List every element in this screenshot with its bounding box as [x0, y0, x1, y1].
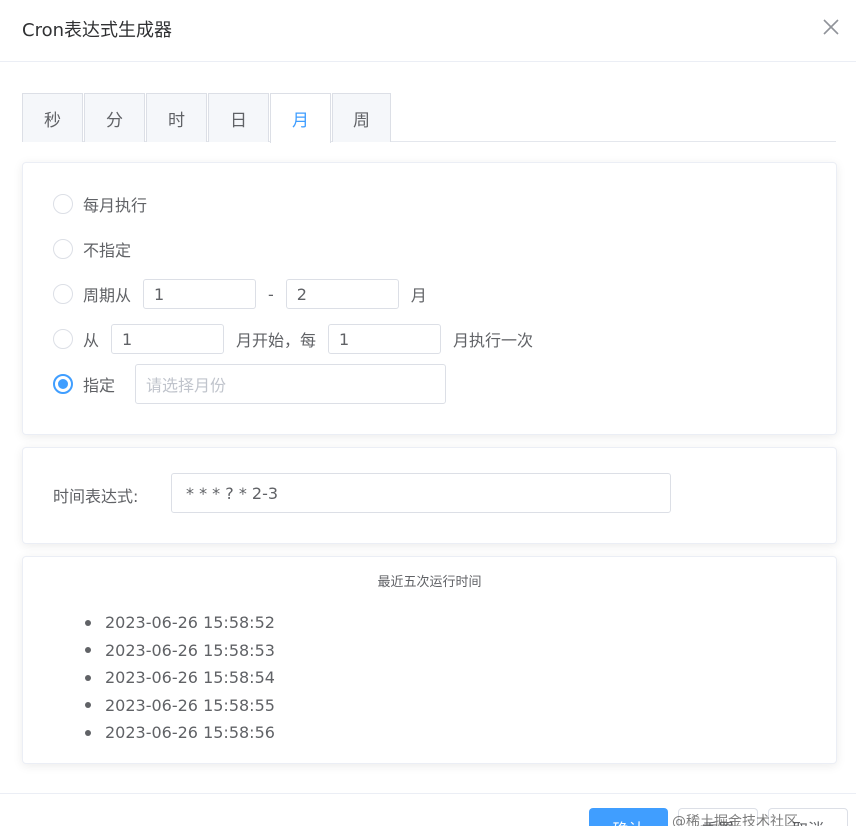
- list-item: 2023-06-26 15:58:56: [85, 719, 275, 747]
- recent-runs-panel: 最近五次运行时间 2023-06-26 15:58:52 2023-06-26 …: [22, 556, 837, 764]
- bullet-icon: [85, 729, 91, 736]
- dialog-footer: 确认 重置 取消: [0, 793, 856, 826]
- recent-runs-list: 2023-06-26 15:58:52 2023-06-26 15:58:53 …: [85, 609, 275, 747]
- tab-second[interactable]: 秒: [22, 93, 83, 142]
- step-mid-label: 月开始，每: [236, 331, 317, 350]
- option-period[interactable]: 周期从 1 - 2 月: [53, 279, 427, 309]
- tab-minute[interactable]: 分: [84, 93, 145, 142]
- radio-specify[interactable]: [53, 374, 73, 394]
- option-specify[interactable]: 指定 请选择月份: [53, 364, 447, 404]
- every-month-label: 每月执行: [83, 196, 148, 215]
- bullet-icon: [85, 647, 91, 654]
- dialog-title: Cron表达式生成器: [22, 20, 172, 41]
- period-unit: 月: [410, 286, 427, 305]
- run-time: 2023-06-26 15:58:53: [105, 640, 275, 660]
- unspecified-label: 不指定: [83, 241, 132, 260]
- month-select[interactable]: 请选择月份: [135, 364, 447, 404]
- step-interval-input[interactable]: 1: [328, 324, 442, 354]
- period-to-input[interactable]: 2: [285, 279, 399, 309]
- tab-day[interactable]: 日: [208, 93, 269, 142]
- step-label: 从: [83, 331, 100, 350]
- bullet-icon: [85, 619, 91, 626]
- expression-label: 时间表达式:: [53, 487, 139, 506]
- tab-bar: 秒 分 时 日 月 周: [22, 93, 836, 143]
- month-options-panel: 每月执行 不指定 周期从 1 - 2 月 从 1 月开始，每 1 月执行一次 指…: [22, 162, 837, 435]
- option-step[interactable]: 从 1 月开始，每 1 月执行一次: [53, 324, 533, 354]
- expression-input[interactable]: * * * ? * 2-3: [171, 473, 671, 513]
- period-dash: -: [268, 284, 274, 304]
- period-from-input[interactable]: 1: [143, 279, 257, 309]
- run-time: 2023-06-26 15:58:55: [105, 695, 275, 715]
- expression-panel: 时间表达式: * * * ? * 2-3: [22, 447, 837, 544]
- run-time: 2023-06-26 15:58:54: [105, 668, 275, 688]
- list-item: 2023-06-26 15:58:55: [85, 692, 275, 720]
- option-every-month[interactable]: 每月执行: [53, 189, 147, 219]
- reset-button[interactable]: 重置: [678, 808, 758, 826]
- confirm-button[interactable]: 确认: [589, 808, 668, 826]
- tab-month[interactable]: 月: [270, 93, 331, 143]
- recent-runs-title: 最近五次运行时间: [377, 575, 482, 590]
- bullet-icon: [85, 674, 91, 681]
- radio-period[interactable]: [53, 284, 73, 304]
- dialog-header: Cron表达式生成器: [0, 0, 856, 62]
- radio-step[interactable]: [53, 329, 73, 349]
- bullet-icon: [85, 702, 91, 709]
- tab-week[interactable]: 周: [332, 93, 391, 142]
- run-time: 2023-06-26 15:58:52: [105, 613, 275, 633]
- run-time: 2023-06-26 15:58:56: [105, 723, 275, 743]
- tab-hour[interactable]: 时: [146, 93, 207, 142]
- option-unspecified[interactable]: 不指定: [53, 234, 131, 264]
- radio-every-month[interactable]: [53, 194, 73, 214]
- period-label: 周期从: [83, 286, 132, 305]
- specify-label: 指定: [83, 376, 116, 395]
- cancel-button[interactable]: 取消: [768, 808, 848, 826]
- list-item: 2023-06-26 15:58:52: [85, 609, 275, 637]
- list-item: 2023-06-26 15:58:53: [85, 637, 275, 665]
- step-start-input[interactable]: 1: [111, 324, 225, 354]
- step-suffix-label: 月执行一次: [453, 331, 534, 350]
- radio-unspecified[interactable]: [53, 239, 73, 259]
- list-item: 2023-06-26 15:58:54: [85, 664, 275, 692]
- close-icon[interactable]: [820, 16, 842, 38]
